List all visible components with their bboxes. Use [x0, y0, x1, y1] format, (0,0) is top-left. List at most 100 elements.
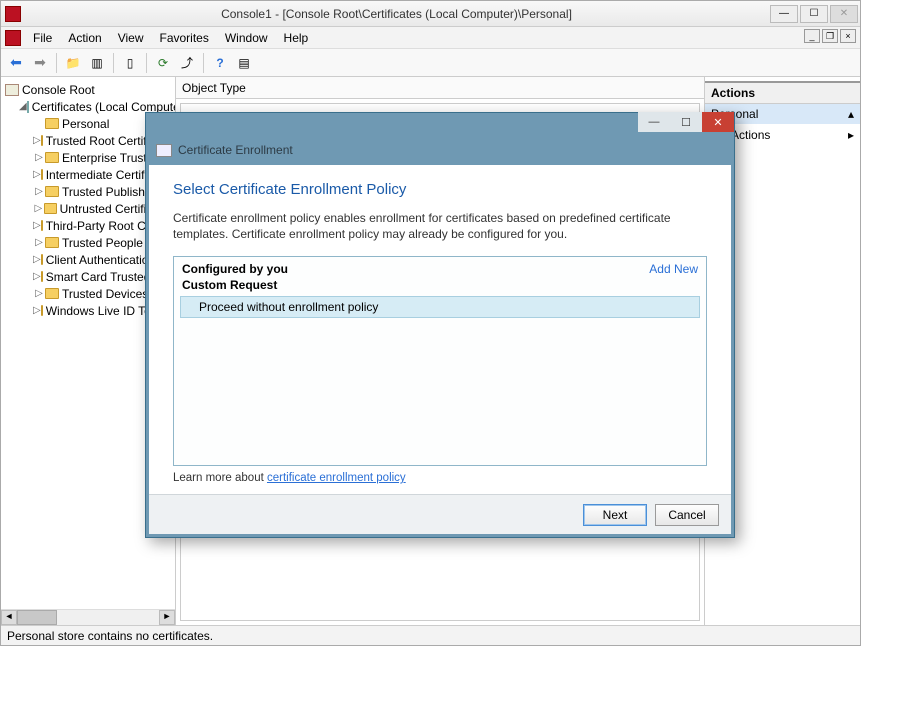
- arrow-left-icon: ⬅: [10, 54, 22, 71]
- collapse-icon[interactable]: ◢: [19, 101, 27, 112]
- panel-icon: ▥: [91, 56, 102, 70]
- toolbar: ⬅ ➡ 📁 ▥ ▯ ⟳ ⤴ ? ▤: [1, 49, 860, 77]
- close-button[interactable]: ✕: [830, 5, 858, 23]
- dialog-titlebar[interactable]: — ☐ ✕: [146, 113, 734, 137]
- dialog-close-button[interactable]: ✕: [702, 112, 734, 132]
- menu-action[interactable]: Action: [60, 28, 109, 48]
- dialog-description: Certificate enrollment policy enables en…: [173, 210, 707, 242]
- column-header-label: Object Type: [182, 81, 246, 95]
- toolbar-separator: [203, 53, 204, 73]
- console-root-icon: [5, 84, 19, 96]
- console-app-icon: [5, 6, 21, 22]
- expand-icon[interactable]: ▷: [33, 169, 41, 180]
- tree-root[interactable]: Console Root: [5, 81, 175, 98]
- column-header-object-type[interactable]: Object Type: [176, 77, 704, 99]
- doc-app-icon: [5, 30, 21, 46]
- expand-icon[interactable]: ▷: [33, 203, 44, 214]
- cancel-button[interactable]: Cancel: [655, 504, 719, 526]
- toolbar-separator: [146, 53, 147, 73]
- configured-by-you-label: Configured by you: [182, 262, 288, 276]
- dialog-header: Certificate Enrollment: [146, 137, 734, 165]
- toolbar-separator: [56, 53, 57, 73]
- expand-icon[interactable]: ▷: [33, 135, 41, 146]
- scroll-thumb[interactable]: [17, 610, 57, 625]
- window-buttons: — ☐ ✕: [768, 5, 858, 23]
- minimize-button[interactable]: —: [770, 5, 798, 23]
- window-title: Console1 - [Console Root\Certificates (L…: [25, 7, 768, 21]
- folder-icon: [45, 186, 59, 197]
- folder-icon: [45, 152, 59, 163]
- menu-favorites[interactable]: Favorites: [152, 28, 217, 48]
- expand-icon[interactable]: ▷: [33, 254, 41, 265]
- mdi-close-icon[interactable]: ×: [840, 29, 856, 43]
- mdi-restore-icon[interactable]: ❐: [822, 29, 838, 43]
- expand-icon[interactable]: ▷: [33, 271, 41, 282]
- expand-icon[interactable]: ▷: [33, 305, 41, 316]
- dialog-minimize-button[interactable]: —: [638, 112, 670, 132]
- folder-icon: [41, 271, 43, 282]
- folder-icon: [41, 169, 43, 180]
- tree-item-label: Trusted Devices: [62, 287, 148, 301]
- menu-window[interactable]: Window: [217, 28, 276, 48]
- dialog-footer: Next Cancel: [149, 494, 731, 534]
- folder-icon: [45, 118, 59, 129]
- scroll-right-button[interactable]: ►: [159, 610, 175, 625]
- expand-icon[interactable]: ▷: [33, 288, 45, 299]
- forward-button[interactable]: ➡: [29, 52, 51, 74]
- statusbar: Personal store contains no certificates.: [1, 625, 860, 645]
- certificate-wizard-icon: [156, 144, 172, 157]
- expand-icon[interactable]: ▷: [33, 237, 45, 248]
- mdi-child-buttons: _ ❐ ×: [804, 29, 856, 43]
- titlebar: Console1 - [Console Root\Certificates (L…: [1, 1, 860, 27]
- tree-root-label: Console Root: [22, 83, 95, 97]
- refresh-icon: ⟳: [158, 56, 168, 70]
- next-button[interactable]: Next: [583, 504, 647, 526]
- dialog-heading: Select Certificate Enrollment Policy: [173, 181, 707, 198]
- learn-more-row: Learn more about certificate enrollment …: [173, 472, 707, 484]
- show-hide-button[interactable]: ▥: [86, 52, 108, 74]
- certificate-enrollment-dialog: — ☐ ✕ Certificate Enrollment Select Cert…: [145, 112, 735, 538]
- learn-more-link[interactable]: certificate enrollment policy: [267, 472, 406, 484]
- refresh-button[interactable]: ⟳: [152, 52, 174, 74]
- mdi-minimize-icon[interactable]: _: [804, 29, 820, 43]
- scroll-left-button[interactable]: ◄: [1, 610, 17, 625]
- menu-view[interactable]: View: [110, 28, 152, 48]
- menu-file[interactable]: File: [25, 28, 60, 48]
- menu-help[interactable]: Help: [276, 28, 317, 48]
- expand-icon[interactable]: ▷: [33, 220, 41, 231]
- properties-button[interactable]: ▯: [119, 52, 141, 74]
- back-button[interactable]: ⬅: [5, 52, 27, 74]
- dialog-title: Certificate Enrollment: [178, 143, 293, 157]
- tree-horizontal-scrollbar[interactable]: ◄ ►: [1, 609, 175, 625]
- expand-icon[interactable]: ▷: [33, 152, 45, 163]
- policy-section-header: Configured by you Add New: [174, 257, 706, 278]
- folder-icon: [45, 288, 59, 299]
- learn-more-prefix: Learn more about: [173, 472, 267, 484]
- policy-item-proceed-without[interactable]: Proceed without enrollment policy: [180, 296, 700, 318]
- add-new-link[interactable]: Add New: [649, 262, 698, 276]
- menubar: File Action View Favorites Window Help _…: [1, 27, 860, 49]
- export-button[interactable]: ⤴: [176, 52, 198, 74]
- folder-icon: [45, 237, 59, 248]
- view-button[interactable]: ▤: [233, 52, 255, 74]
- actions-header: Actions: [705, 81, 860, 104]
- statusbar-text: Personal store contains no certificates.: [7, 629, 213, 643]
- folder-up-icon: 📁: [66, 56, 81, 70]
- arrow-right-icon: ➡: [34, 54, 46, 71]
- tree-item-label: Trusted People: [62, 236, 143, 250]
- toolbar-separator: [113, 53, 114, 73]
- help-button[interactable]: ?: [209, 52, 231, 74]
- scroll-track[interactable]: [57, 610, 159, 625]
- expand-icon[interactable]: ▷: [33, 186, 45, 197]
- up-button[interactable]: 📁: [62, 52, 84, 74]
- folder-icon: [41, 305, 43, 316]
- policy-list-box: Configured by you Add New Custom Request…: [173, 256, 707, 466]
- maximize-button[interactable]: ☐: [800, 5, 828, 23]
- tree-item-label: Enterprise Trust: [62, 151, 147, 165]
- dialog-body: Select Certificate Enrollment Policy Cer…: [149, 165, 731, 494]
- export-icon: ⤴: [181, 54, 193, 71]
- page-icon: ▯: [127, 56, 134, 70]
- collapse-icon[interactable]: ▴: [848, 107, 854, 121]
- dialog-maximize-button[interactable]: ☐: [670, 112, 702, 132]
- folder-icon: [41, 254, 43, 265]
